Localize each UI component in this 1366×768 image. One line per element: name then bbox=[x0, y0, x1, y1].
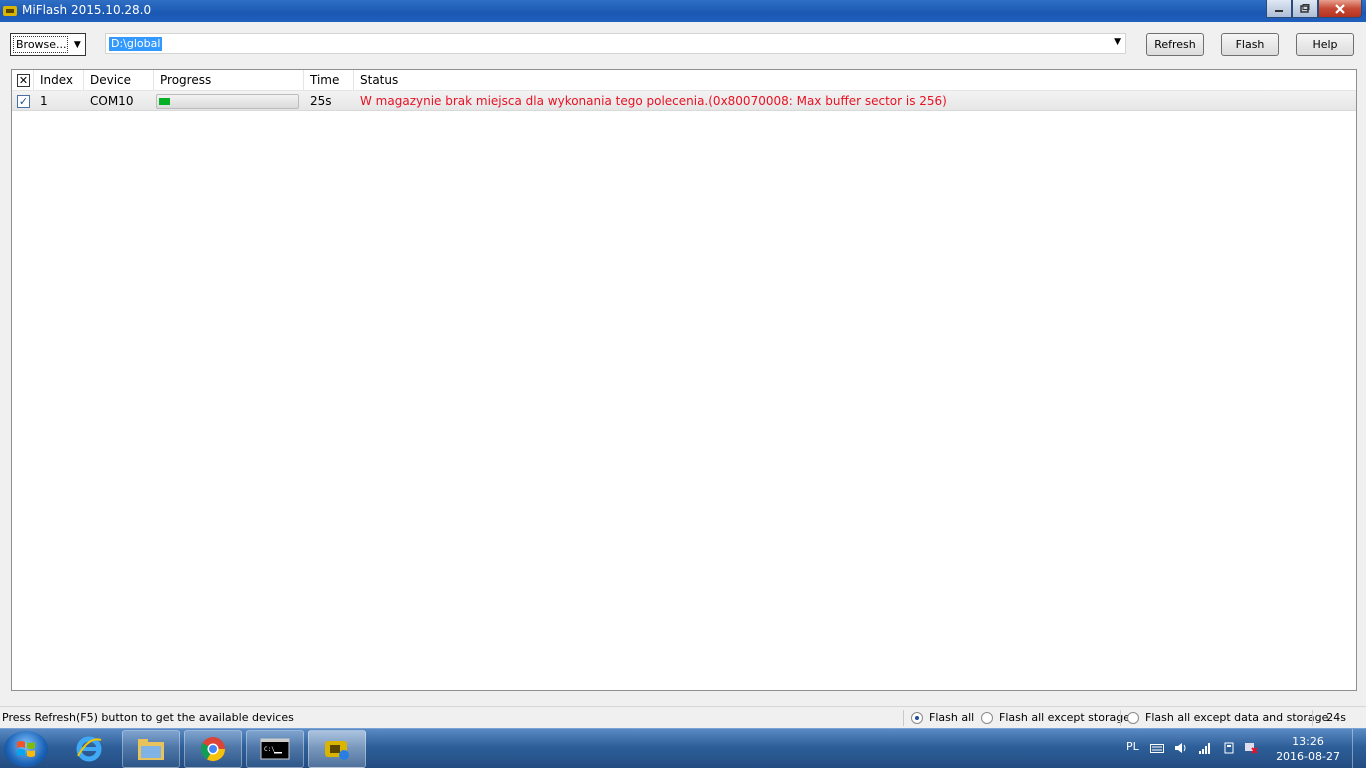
minimize-icon bbox=[1275, 9, 1283, 12]
status-separator bbox=[903, 710, 904, 726]
elapsed-time: 24s bbox=[1326, 711, 1346, 724]
network-error-icon[interactable] bbox=[1244, 742, 1258, 754]
browse-label: Browse... bbox=[13, 36, 68, 53]
toolbar: Browse... ▼ D:\global ▼ Refresh Flash He… bbox=[0, 22, 1366, 64]
radio-flash-all-except-data-and-storage[interactable]: Flash all except data and storage bbox=[1127, 711, 1328, 724]
row-checkbox-cell[interactable]: ✓ bbox=[17, 94, 30, 108]
taskbar: C:\ PL 13:26 2016-08-27 bbox=[0, 728, 1366, 768]
row-index: 1 bbox=[40, 94, 48, 108]
row-status: W magazynie brak miejsca dla wykonania t… bbox=[360, 94, 947, 108]
status-bar: Press Refresh(F5) button to get the avai… bbox=[0, 706, 1366, 728]
restore-icon bbox=[1300, 4, 1310, 13]
table-row[interactable]: ✓ 1 COM10 25s W magazynie brak miejsca d… bbox=[12, 91, 1356, 111]
taskbar-file-explorer[interactable] bbox=[122, 730, 180, 768]
miflash-icon bbox=[325, 741, 349, 760]
progress-fill bbox=[159, 98, 170, 105]
signal-icon[interactable] bbox=[1198, 742, 1212, 754]
minimize-button[interactable] bbox=[1266, 0, 1292, 18]
radio-label-except-storage: Flash all except storage bbox=[999, 711, 1130, 724]
row-progress-bar bbox=[156, 94, 299, 109]
row-checkbox[interactable]: ✓ bbox=[17, 95, 30, 108]
refresh-button[interactable]: Refresh bbox=[1146, 33, 1204, 56]
show-desktop-button[interactable] bbox=[1352, 729, 1366, 768]
taskbar-internet-explorer[interactable] bbox=[60, 730, 118, 768]
windows-logo-icon bbox=[17, 741, 35, 757]
clock[interactable]: 13:26 2016-08-27 bbox=[1276, 734, 1340, 764]
status-separator bbox=[1120, 710, 1121, 726]
column-header-progress[interactable]: Progress bbox=[154, 70, 304, 90]
miflash-app-icon bbox=[3, 6, 17, 16]
radio-label-flash-all: Flash all bbox=[929, 711, 975, 724]
radio-flash-all[interactable]: Flash all bbox=[911, 711, 974, 724]
flash-button[interactable]: Flash bbox=[1221, 33, 1279, 56]
column-header-time[interactable]: Time bbox=[304, 70, 354, 90]
radio-label-except-data-storage: Flash all except data and storage bbox=[1145, 711, 1329, 724]
column-header-status[interactable]: Status bbox=[354, 70, 1356, 90]
path-combobox[interactable]: D:\global ▼ bbox=[105, 33, 1126, 54]
row-time: 25s bbox=[310, 94, 332, 108]
command-prompt-icon: C:\ bbox=[260, 738, 290, 760]
status-separator bbox=[1312, 710, 1313, 726]
clock-time: 13:26 bbox=[1292, 735, 1324, 748]
chevron-down-icon[interactable]: ▼ bbox=[1114, 37, 1121, 47]
radio-flash-all-except-storage[interactable]: Flash all except storage bbox=[981, 711, 1130, 724]
radio-dot-selected[interactable] bbox=[911, 711, 923, 724]
device-list: ✕ Index Device Progress Time Status ✓ 1 … bbox=[11, 69, 1357, 691]
help-button[interactable]: Help bbox=[1296, 33, 1354, 56]
keyboard-icon[interactable] bbox=[1150, 742, 1164, 754]
start-button[interactable] bbox=[4, 731, 48, 767]
folder-icon bbox=[138, 739, 164, 760]
maximize-button[interactable] bbox=[1292, 0, 1318, 18]
taskbar-miflash[interactable] bbox=[308, 730, 366, 768]
column-header-index[interactable]: Index bbox=[34, 70, 84, 90]
list-header: ✕ Index Device Progress Time Status bbox=[12, 70, 1356, 91]
speaker-icon[interactable] bbox=[1174, 742, 1188, 754]
column-header-device[interactable]: Device bbox=[84, 70, 154, 90]
close-button[interactable] bbox=[1318, 0, 1362, 18]
title-bar: MiFlash 2015.10.28.0 bbox=[0, 0, 1366, 22]
status-message: Press Refresh(F5) button to get the avai… bbox=[2, 711, 294, 724]
language-indicator[interactable]: PL bbox=[1126, 740, 1139, 753]
clock-date: 2016-08-27 bbox=[1276, 750, 1340, 763]
chrome-icon bbox=[200, 737, 225, 762]
window-title: MiFlash 2015.10.28.0 bbox=[22, 3, 152, 17]
usb-device-icon[interactable] bbox=[1222, 742, 1236, 754]
svg-text:C:\: C:\ bbox=[264, 746, 275, 753]
radio-dot[interactable] bbox=[981, 711, 993, 724]
path-value[interactable]: D:\global bbox=[109, 37, 163, 51]
taskbar-chrome[interactable] bbox=[184, 730, 242, 768]
system-tray: PL 13:26 2016-08-27 bbox=[1116, 729, 1366, 768]
browse-dropdown[interactable]: Browse... ▼ bbox=[10, 33, 86, 56]
chevron-down-icon[interactable]: ▼ bbox=[70, 40, 85, 50]
select-all-checkbox-cell[interactable]: ✕ bbox=[12, 70, 34, 90]
internet-explorer-icon bbox=[76, 736, 102, 762]
select-all-checkbox[interactable]: ✕ bbox=[17, 74, 30, 87]
close-icon bbox=[1335, 3, 1345, 14]
radio-dot[interactable] bbox=[1127, 711, 1139, 724]
row-device: COM10 bbox=[90, 94, 134, 108]
taskbar-command-prompt[interactable]: C:\ bbox=[246, 730, 304, 768]
